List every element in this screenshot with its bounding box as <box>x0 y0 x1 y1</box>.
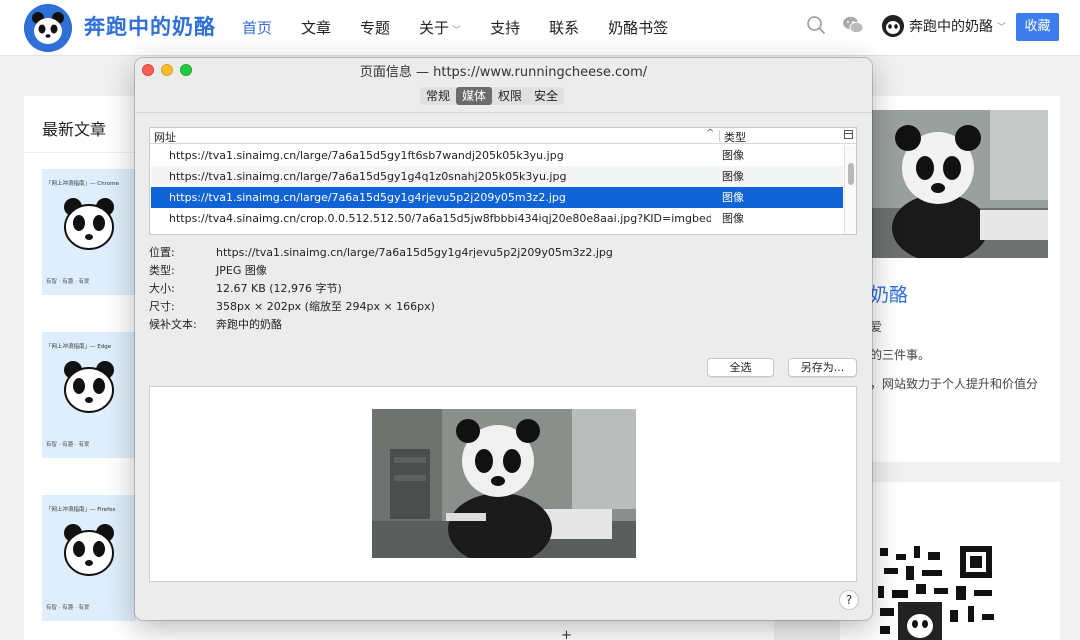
column-header-address[interactable]: 网址 <box>154 129 176 145</box>
profile-name: 奶酪 <box>870 284 909 306</box>
column-header-type[interactable]: 类型 <box>724 129 746 145</box>
user-name: 奔跑中的奶酪 <box>909 19 993 35</box>
detail-location: 位置: https://tva1.sinaimg.cn/large/7a6a15d… <box>149 244 613 260</box>
nav-item-topics[interactable]: 专题 <box>360 17 390 38</box>
sort-ascending-icon: ^ <box>706 128 715 139</box>
nav-item-home[interactable]: 首页 <box>242 17 272 38</box>
detail-label: 尺寸: <box>149 300 175 313</box>
avatar <box>882 15 904 37</box>
table-header: 网址 ^ 类型 <box>150 128 856 144</box>
table-row-selected[interactable]: https://tva1.sinaimg.cn/large/7a6a15d5gy… <box>151 187 843 208</box>
panda-icon <box>64 361 114 413</box>
media-table: 网址 ^ 类型 https://tva1.sinaimg.cn/large/7a… <box>149 127 857 235</box>
preview-image <box>372 409 636 558</box>
detail-label: 位置: <box>149 246 175 259</box>
tab-general[interactable]: 常规 <box>420 87 456 105</box>
crosshair-cursor-icon: + <box>561 628 572 640</box>
row-type: 图像 <box>722 212 744 225</box>
select-all-button[interactable]: 全选 <box>707 358 774 377</box>
column-separator <box>719 130 720 142</box>
page-info-dialog: 页面信息 — https://www.runningcheese.com/ 常规… <box>135 58 872 620</box>
tab-permissions[interactable]: 权限 <box>492 87 528 105</box>
help-button[interactable]: ? <box>839 590 859 610</box>
thumbnail-footer: 有智 · 有趣 · 有爱 <box>46 442 90 448</box>
thumbnail-title: 「网上冲浪指南」— Edge <box>46 344 112 350</box>
thumbnail-title: 「网上冲浪指南」— Firefox <box>46 507 116 513</box>
detail-value: https://tva1.sinaimg.cn/large/7a6a15d5gy… <box>216 246 613 259</box>
media-preview <box>149 386 857 582</box>
nav-item-contact[interactable]: 联系 <box>549 17 579 38</box>
favorite-button[interactable]: 收藏 <box>1016 13 1059 41</box>
detail-label: 候补文本: <box>149 318 197 331</box>
divider <box>135 112 872 113</box>
table-row[interactable]: https://tva4.sinaimg.cn/crop.0.0.512.512… <box>151 208 843 229</box>
nav-item-support[interactable]: 支持 <box>490 17 520 38</box>
tab-security[interactable]: 安全 <box>528 87 564 105</box>
scrollbar-thumb[interactable] <box>848 163 854 185</box>
main-nav: 首页 文章 专题 关于 ﹀ 支持 联系 奶酪书签 <box>242 17 697 38</box>
detail-alt-text: 候补文本: 奔跑中的奶酪 <box>149 316 282 332</box>
profile-description-1: 的三件事。 <box>870 348 931 362</box>
row-type: 图像 <box>722 149 744 162</box>
detail-dimensions: 尺寸: 358px × 202px (缩放至 294px × 166px) <box>149 298 435 314</box>
row-url: https://tva1.sinaimg.cn/large/7a6a15d5gy… <box>169 170 567 183</box>
row-url: https://tva1.sinaimg.cn/large/7a6a15d5gy… <box>169 191 566 204</box>
thumbnail-footer: 有智 · 有趣 · 有爱 <box>46 279 90 285</box>
latest-articles-title: 最新文章 <box>42 120 107 139</box>
article-thumbnail[interactable]: 「网上冲浪指南」— Chrome 有智 · 有趣 · 有爱 <box>42 169 136 295</box>
thumbnail-footer: 有智 · 有趣 · 有爱 <box>46 605 90 611</box>
table-row[interactable]: https://tva1.sinaimg.cn/large/7a6a15d5gy… <box>151 145 843 166</box>
nav-item-about[interactable]: 关于 ﹀ <box>419 17 461 38</box>
wechat-icon[interactable] <box>842 15 864 35</box>
detail-value: 奔跑中的奶酪 <box>216 318 282 331</box>
profile-description-2: ，网站致力于个人提升和价值分 <box>870 377 1039 391</box>
search-icon[interactable] <box>806 15 826 35</box>
detail-type: 类型: JPEG 图像 <box>149 262 267 278</box>
nav-item-about-label: 关于 <box>419 19 450 37</box>
detail-label: 大小: <box>149 282 175 295</box>
table-scrollbar[interactable] <box>844 145 856 234</box>
qrcode-panel <box>840 482 1060 640</box>
profile-panel: 奶酪 爱 的三件事。 ，网站致力于个人提升和价值分 <box>840 96 1060 462</box>
tab-media[interactable]: 媒体 <box>456 87 493 105</box>
nav-item-bookmarks[interactable]: 奶酪书签 <box>608 17 668 38</box>
panda-icon <box>64 524 114 576</box>
user-menu[interactable]: 奔跑中的奶酪 ﹀ <box>882 15 1006 37</box>
article-thumbnail[interactable]: 「网上冲浪指南」— Firefox 有智 · 有趣 · 有爱 <box>42 495 136 621</box>
panda-photo <box>870 110 1048 258</box>
site-name[interactable]: 奔跑中的奶酪 <box>84 11 216 41</box>
article-thumbnail[interactable]: 「网上冲浪指南」— Edge 有智 · 有趣 · 有爱 <box>42 332 136 458</box>
row-type: 图像 <box>722 191 744 204</box>
detail-label: 类型: <box>149 264 175 277</box>
tab-bar: 常规 媒体 权限 安全 <box>420 87 565 105</box>
detail-value: 12.67 KB (12,976 字节) <box>216 282 342 295</box>
site-logo[interactable] <box>24 4 72 52</box>
panda-logo-icon <box>24 4 72 52</box>
site-header: 奔跑中的奶酪 首页 文章 专题 关于 ﹀ 支持 联系 奶酪书签 奔跑中的奶酪 ﹀ … <box>0 0 1080 56</box>
panda-icon <box>64 198 114 250</box>
column-picker-icon[interactable] <box>844 130 853 139</box>
chevron-down-icon: ﹀ <box>997 22 1007 33</box>
table-row[interactable]: https://tva1.sinaimg.cn/large/7a6a15d5gy… <box>151 166 843 187</box>
row-url: https://tva1.sinaimg.cn/large/7a6a15d5gy… <box>169 149 564 162</box>
detail-value: JPEG 图像 <box>216 264 267 277</box>
row-type: 图像 <box>722 170 744 183</box>
thumbnail-title: 「网上冲浪指南」— Chrome <box>46 181 119 187</box>
chevron-down-icon: ﹀ <box>452 26 462 36</box>
detail-size: 大小: 12.67 KB (12,976 字节) <box>149 280 342 296</box>
row-url: https://tva4.sinaimg.cn/crop.0.0.512.512… <box>169 212 711 225</box>
nav-item-articles[interactable]: 文章 <box>301 17 331 38</box>
detail-value: 358px × 202px (缩放至 294px × 166px) <box>216 300 435 313</box>
save-as-button[interactable]: 另存为... <box>788 358 857 377</box>
dialog-title: 页面信息 — https://www.runningcheese.com/ <box>359 65 648 80</box>
